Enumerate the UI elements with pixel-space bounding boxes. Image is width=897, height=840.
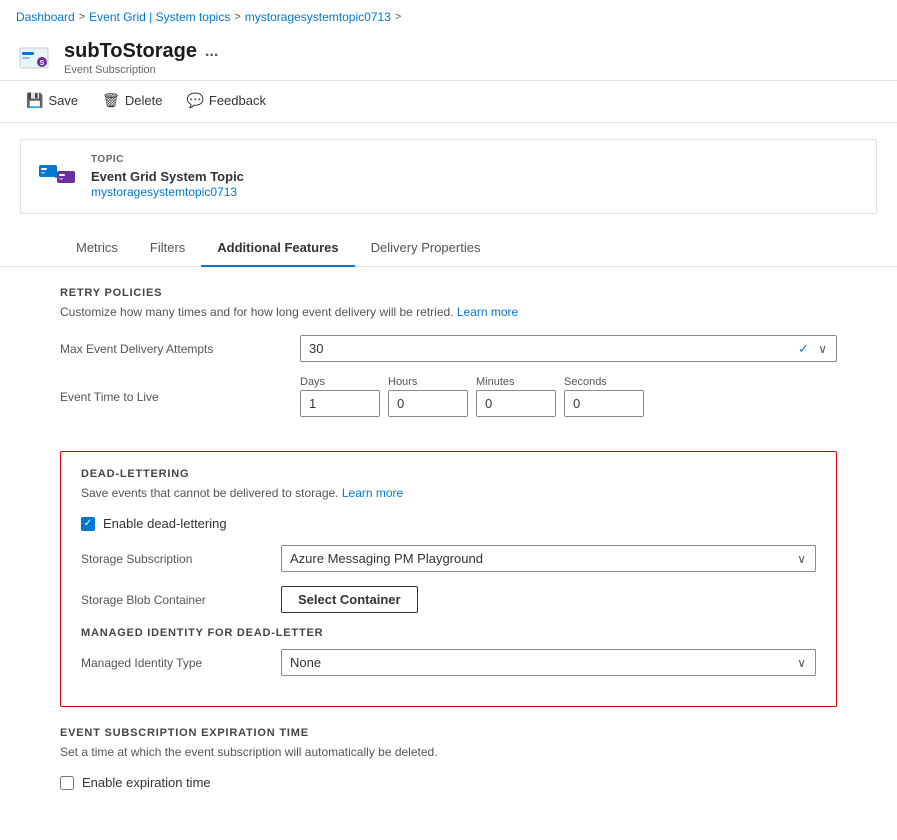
page-title: subToStorage ... bbox=[64, 40, 218, 63]
max-attempts-select[interactable]: 30 bbox=[300, 335, 837, 362]
hours-input[interactable] bbox=[388, 390, 468, 417]
minutes-label: Minutes bbox=[476, 376, 556, 388]
max-attempts-select-wrapper: 30 ✓ bbox=[300, 335, 837, 362]
tab-delivery[interactable]: Delivery Properties bbox=[355, 230, 497, 267]
identity-select-wrapper: None bbox=[281, 649, 816, 676]
retry-title: RETRY POLICIES bbox=[60, 287, 837, 299]
topic-label: TOPIC bbox=[91, 154, 244, 165]
breadcrumb-system-topics[interactable]: Event Grid | System topics bbox=[89, 10, 230, 24]
breadcrumb: Dashboard > Event Grid | System topics >… bbox=[0, 0, 897, 34]
retry-learn-more[interactable]: Learn more bbox=[457, 305, 518, 319]
max-attempts-control: 30 ✓ bbox=[300, 335, 837, 362]
save-button[interactable]: 💾 Save bbox=[16, 87, 88, 114]
enable-dl-checkbox[interactable] bbox=[81, 517, 95, 531]
expiration-section: EVENT SUBSCRIPTION EXPIRATION TIME Set a… bbox=[0, 707, 897, 810]
enable-expiration-row: Enable expiration time bbox=[60, 775, 837, 790]
dead-letter-title: DEAD-LETTERING bbox=[81, 468, 816, 480]
breadcrumb-sep-1: > bbox=[79, 11, 85, 23]
dead-letter-desc: Save events that cannot be delivered to … bbox=[81, 486, 816, 500]
topic-name: Event Grid System Topic bbox=[91, 169, 244, 184]
storage-sub-control: Azure Messaging PM Playground bbox=[281, 545, 816, 572]
save-icon: 💾 bbox=[26, 92, 43, 109]
expiration-desc: Set a time at which the event subscripti… bbox=[60, 745, 837, 759]
breadcrumb-sep-2: > bbox=[234, 11, 240, 23]
hours-label: Hours bbox=[388, 376, 468, 388]
max-attempts-row: Max Event Delivery Attempts 30 ✓ bbox=[60, 335, 837, 362]
topic-card: TOPIC Event Grid System Topic mystorages… bbox=[20, 139, 877, 214]
retry-desc: Customize how many times and for how lon… bbox=[60, 305, 837, 319]
select-container-button[interactable]: Select Container bbox=[281, 586, 418, 613]
enable-expiration-checkbox[interactable] bbox=[60, 776, 74, 790]
breadcrumb-topic[interactable]: mystoragesystemtopic0713 bbox=[245, 10, 391, 24]
seconds-input[interactable] bbox=[564, 390, 644, 417]
minutes-group: Minutes bbox=[476, 376, 556, 417]
tabs: Metrics Filters Additional Features Deli… bbox=[0, 230, 897, 267]
ttl-label: Event Time to Live bbox=[60, 390, 300, 404]
expiration-title: EVENT SUBSCRIPTION EXPIRATION TIME bbox=[60, 727, 837, 739]
blob-container-control: Select Container bbox=[281, 586, 816, 613]
dead-letter-learn-more[interactable]: Learn more bbox=[342, 486, 403, 500]
storage-sub-select[interactable]: Azure Messaging PM Playground bbox=[281, 545, 816, 572]
identity-type-row: Managed Identity Type None bbox=[81, 649, 816, 676]
toolbar: 💾 Save 🗑 Delete 💬 Feedback bbox=[0, 81, 897, 123]
seconds-label: Seconds bbox=[564, 376, 644, 388]
max-attempts-label: Max Event Delivery Attempts bbox=[60, 342, 300, 356]
identity-title: MANAGED IDENTITY FOR DEAD-LETTER bbox=[81, 627, 816, 639]
blob-container-row: Storage Blob Container Select Container bbox=[81, 586, 816, 613]
storage-sub-row: Storage Subscription Azure Messaging PM … bbox=[81, 545, 816, 572]
blob-container-label: Storage Blob Container bbox=[81, 593, 281, 607]
topic-icon bbox=[37, 157, 77, 197]
days-label: Days bbox=[300, 376, 380, 388]
enable-dl-row: Enable dead-lettering bbox=[81, 516, 816, 531]
tab-additional[interactable]: Additional Features bbox=[201, 230, 354, 267]
tab-filters[interactable]: Filters bbox=[134, 230, 201, 267]
days-input[interactable] bbox=[300, 390, 380, 417]
enable-expiration-label: Enable expiration time bbox=[82, 775, 211, 790]
more-options[interactable]: ... bbox=[205, 43, 218, 61]
days-group: Days bbox=[300, 376, 380, 417]
page-subtitle: Event Subscription bbox=[64, 64, 218, 76]
breadcrumb-dashboard[interactable]: Dashboard bbox=[16, 10, 75, 24]
feedback-button[interactable]: 💬 Feedback bbox=[176, 87, 276, 114]
page-header: S subToStorage ... Event Subscription bbox=[0, 34, 897, 81]
retry-section: RETRY POLICIES Customize how many times … bbox=[0, 267, 897, 451]
subscription-icon: S bbox=[16, 40, 52, 76]
seconds-group: Seconds bbox=[564, 376, 644, 417]
tab-metrics[interactable]: Metrics bbox=[60, 230, 134, 267]
feedback-icon: 💬 bbox=[186, 92, 203, 109]
time-inputs: Days Hours Minutes Seconds bbox=[300, 376, 837, 417]
delete-button[interactable]: 🗑 Delete bbox=[92, 87, 172, 114]
topic-info: TOPIC Event Grid System Topic mystorages… bbox=[91, 154, 244, 199]
storage-sub-label: Storage Subscription bbox=[81, 552, 281, 566]
dead-letter-section: DEAD-LETTERING Save events that cannot b… bbox=[60, 451, 837, 707]
topic-link[interactable]: mystoragesystemtopic0713 bbox=[91, 185, 237, 199]
ttl-row: Event Time to Live Days Hours Minutes bbox=[60, 376, 837, 417]
hours-group: Hours bbox=[388, 376, 468, 417]
storage-sub-select-wrapper: Azure Messaging PM Playground bbox=[281, 545, 816, 572]
identity-type-label: Managed Identity Type bbox=[81, 656, 281, 670]
page-title-block: subToStorage ... Event Subscription bbox=[64, 40, 218, 76]
breadcrumb-sep-3: > bbox=[395, 11, 401, 23]
minutes-input[interactable] bbox=[476, 390, 556, 417]
ttl-control: Days Hours Minutes Seconds bbox=[300, 376, 837, 417]
identity-type-control: None bbox=[281, 649, 816, 676]
svg-text:S: S bbox=[40, 60, 45, 67]
identity-type-select[interactable]: None bbox=[281, 649, 816, 676]
enable-dl-label: Enable dead-lettering bbox=[103, 516, 227, 531]
delete-icon: 🗑 bbox=[102, 92, 120, 109]
